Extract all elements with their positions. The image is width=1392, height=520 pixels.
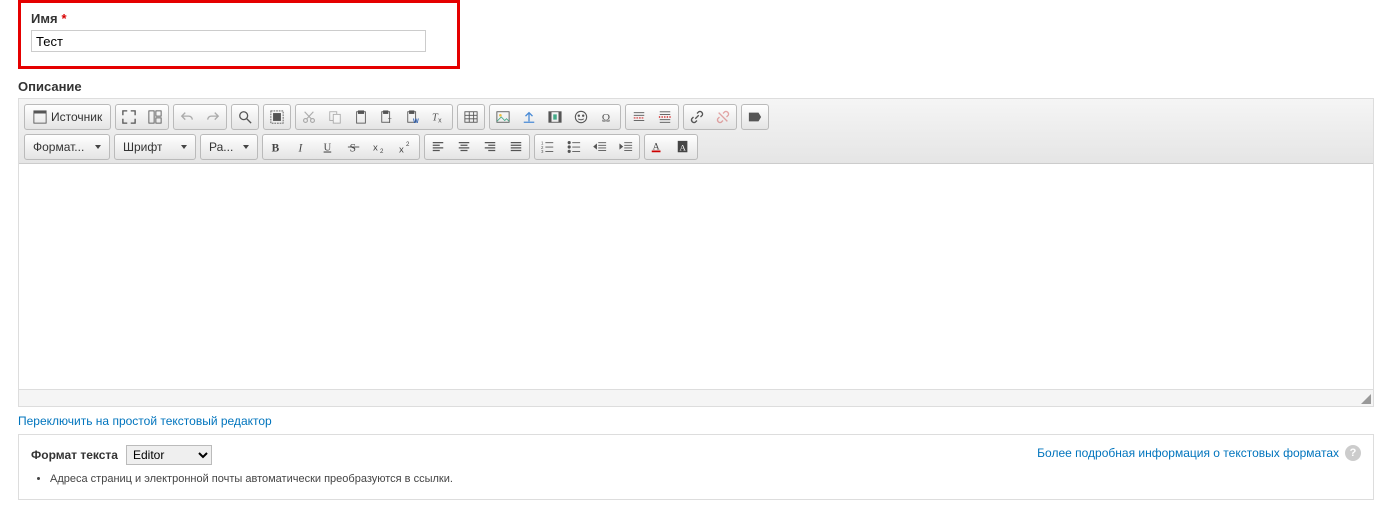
name-label: Имя * — [31, 11, 447, 26]
svg-text:x: x — [399, 144, 404, 154]
svg-text:2: 2 — [406, 141, 410, 148]
upload-media-button[interactable] — [516, 105, 542, 129]
help-icon: ? — [1345, 445, 1361, 461]
paste-word-button[interactable]: W — [400, 105, 426, 129]
svg-text:x: x — [373, 143, 378, 154]
svg-text:S: S — [350, 142, 356, 154]
name-label-text: Имя — [31, 11, 58, 26]
format-hint-text: Адреса страниц и электронной почты автом… — [50, 473, 453, 485]
align-justify-button[interactable] — [503, 135, 529, 159]
page-break-button[interactable] — [652, 105, 678, 129]
resize-grip-icon — [1361, 394, 1371, 404]
show-blocks-button[interactable] — [142, 105, 168, 129]
outdent-button[interactable] — [587, 135, 613, 159]
svg-text:x: x — [438, 117, 442, 124]
numbered-list-button[interactable]: 123 — [535, 135, 561, 159]
editor-toolbar: Источник — [19, 99, 1373, 164]
italic-button[interactable]: I — [289, 135, 315, 159]
text-format-select[interactable]: Editor — [126, 445, 212, 465]
svg-text:3: 3 — [541, 149, 544, 154]
rich-text-editor: Источник — [18, 98, 1374, 407]
anchor-button[interactable] — [742, 105, 768, 129]
special-char-button[interactable]: Ω — [594, 105, 620, 129]
superscript-button[interactable]: x2 — [393, 135, 419, 159]
find-button[interactable] — [232, 105, 258, 129]
switch-plain-text-link[interactable]: Переключить на простой текстовый редакто… — [18, 414, 272, 428]
paste-button[interactable] — [348, 105, 374, 129]
subscript-button[interactable]: x2 — [367, 135, 393, 159]
text-format-label: Формат текста — [31, 448, 118, 462]
align-center-button[interactable] — [451, 135, 477, 159]
cut-button[interactable] — [296, 105, 322, 129]
unlink-button[interactable] — [710, 105, 736, 129]
svg-text:2: 2 — [380, 148, 384, 154]
source-button[interactable]: Источник — [25, 105, 110, 129]
teaser-break-button[interactable] — [626, 105, 652, 129]
underline-button[interactable]: U — [315, 135, 341, 159]
redo-button[interactable] — [200, 105, 226, 129]
select-all-button[interactable] — [264, 105, 290, 129]
indent-button[interactable] — [613, 135, 639, 159]
font-size-combo[interactable]: Ра... — [200, 134, 258, 160]
strike-button[interactable]: S — [341, 135, 367, 159]
align-left-button[interactable] — [425, 135, 451, 159]
svg-text:Ω: Ω — [602, 112, 610, 124]
smiley-button[interactable] — [568, 105, 594, 129]
svg-text:B: B — [272, 142, 280, 154]
text-format-help-link[interactable]: Более подробная информация о текстовых ф… — [1037, 446, 1339, 460]
bulleted-list-button[interactable] — [561, 135, 587, 159]
undo-button[interactable] — [174, 105, 200, 129]
text-format-panel: Формат текста Editor Адреса страниц и эл… — [18, 434, 1374, 500]
svg-text:W: W — [413, 118, 419, 124]
name-field-highlight: Имя * — [18, 0, 460, 69]
required-marker: * — [62, 11, 67, 26]
svg-text:A: A — [680, 143, 687, 153]
editor-content-area[interactable] — [19, 164, 1373, 389]
image-button[interactable] — [490, 105, 516, 129]
paste-text-button[interactable]: T — [374, 105, 400, 129]
embed-media-button[interactable] — [542, 105, 568, 129]
link-button[interactable] — [684, 105, 710, 129]
name-input[interactable] — [31, 30, 426, 52]
description-label: Описание — [18, 79, 1374, 94]
svg-text:T: T — [388, 118, 392, 124]
font-family-combo[interactable]: Шрифт — [114, 134, 196, 160]
align-right-button[interactable] — [477, 135, 503, 159]
svg-text:U: U — [324, 143, 332, 154]
svg-text:I: I — [298, 142, 304, 154]
bold-button[interactable]: B — [263, 135, 289, 159]
remove-format-button[interactable]: Tx — [426, 105, 452, 129]
text-color-button[interactable]: A — [645, 135, 671, 159]
editor-resize-bar[interactable] — [19, 389, 1373, 406]
copy-button[interactable] — [322, 105, 348, 129]
background-color-button[interactable]: A — [671, 135, 697, 159]
table-button[interactable] — [458, 105, 484, 129]
paragraph-format-combo[interactable]: Формат... — [24, 134, 110, 160]
maximize-button[interactable] — [116, 105, 142, 129]
